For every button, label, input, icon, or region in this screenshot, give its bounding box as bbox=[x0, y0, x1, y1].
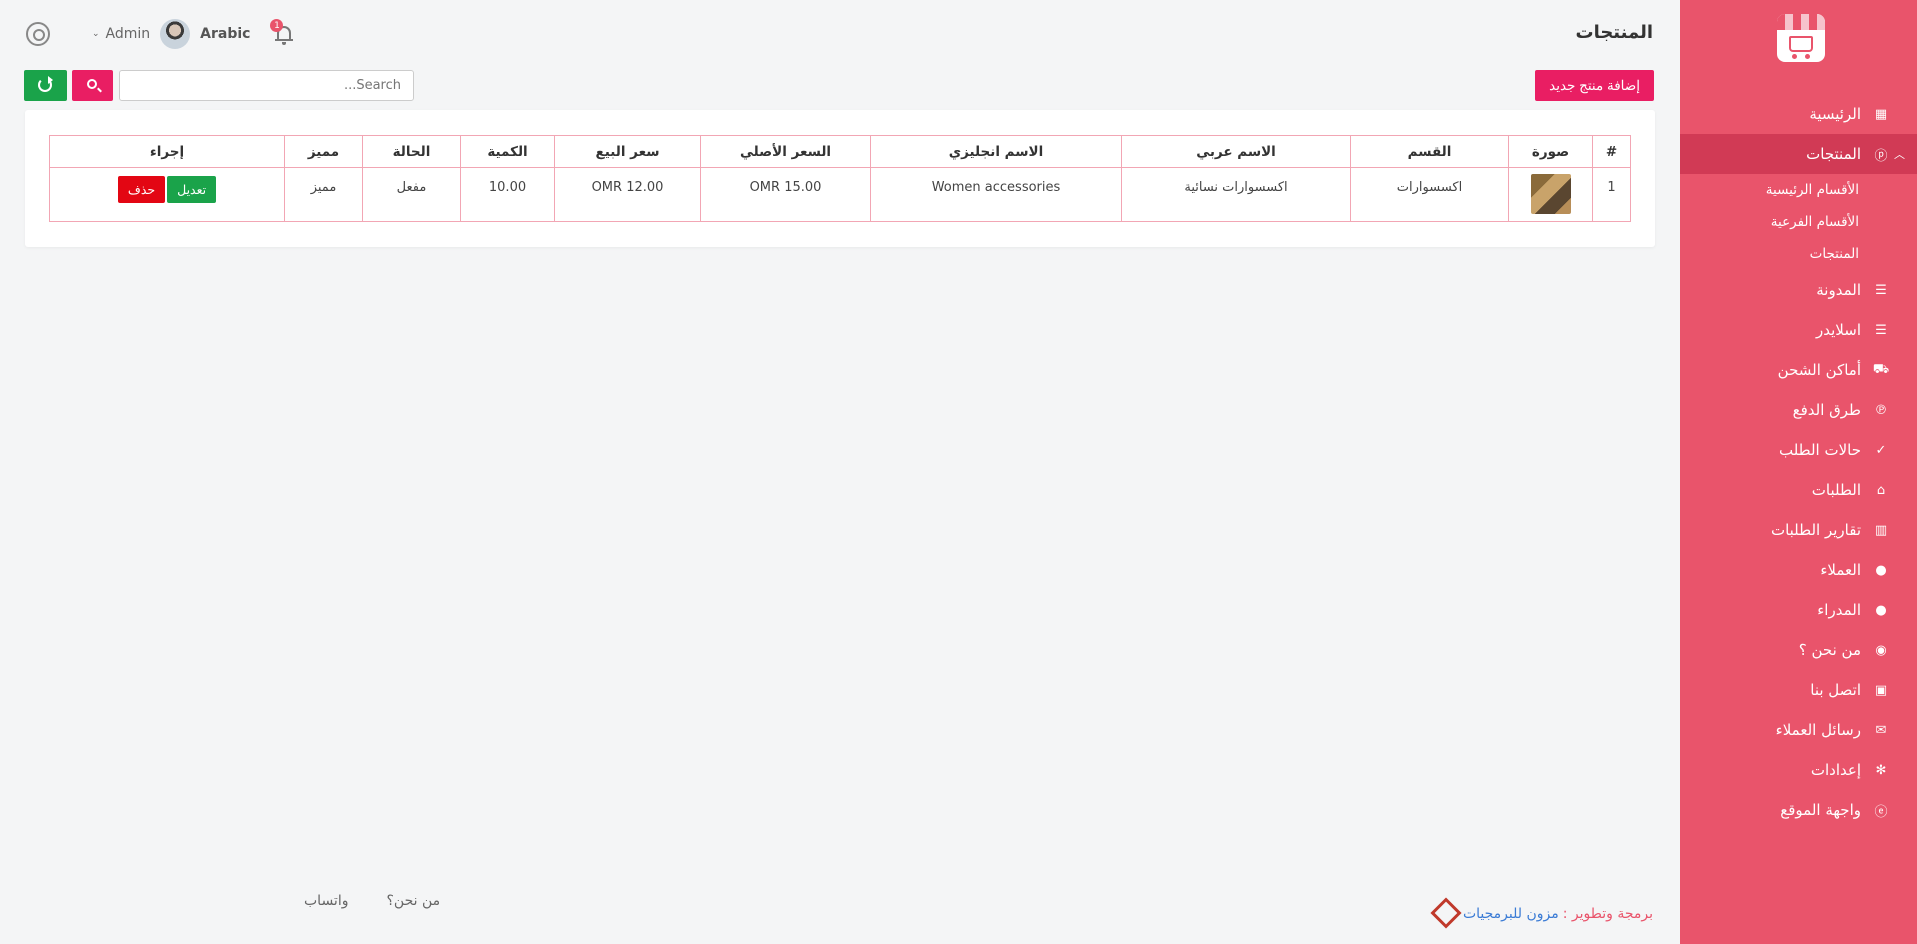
cell-image bbox=[1508, 167, 1593, 222]
sidebar-item-messages[interactable]: ✉ رسائل العملاء bbox=[1680, 710, 1917, 750]
sidebar-menu: ▦ الرئيسية ⓟ المنتجات ︿ الأقسام الرئيسية… bbox=[1680, 94, 1917, 830]
cell-original-price: OMR 15.00 bbox=[700, 167, 871, 222]
id-card-icon: ▣ bbox=[1874, 682, 1888, 698]
refresh-icon bbox=[38, 76, 53, 92]
col-actions: إجراء bbox=[49, 135, 285, 168]
chart-icon: ▥ bbox=[1874, 522, 1888, 538]
sidebar-item-payment[interactable]: ℗ طرق الدفع bbox=[1680, 390, 1917, 430]
cell-quantity: 10.00 bbox=[460, 167, 555, 222]
cell-featured: مميز bbox=[284, 167, 363, 222]
sliders-icon: ☰ bbox=[1875, 322, 1887, 338]
user-name: Admin bbox=[105, 26, 151, 42]
footer-dev-prefix: برمجة وتطوير : bbox=[1562, 906, 1653, 922]
basket-icon: ⌂ bbox=[1876, 482, 1886, 498]
sidebar-item-order-status[interactable]: ✓ حالات الطلب bbox=[1680, 430, 1917, 470]
sidebar-item-contact[interactable]: ▣ اتصل بنا bbox=[1680, 670, 1917, 710]
col-original-price: السعر الأصلي bbox=[700, 135, 871, 168]
products-card: # صورة القسم الاسم عربي الاسم انجليزي ال… bbox=[25, 110, 1655, 247]
user-icon: ● bbox=[1875, 562, 1887, 578]
sidebar-item-settings[interactable]: ✻ إعدادات bbox=[1680, 750, 1917, 790]
col-image: صورة bbox=[1508, 135, 1593, 168]
search-button[interactable] bbox=[72, 70, 113, 101]
eye-icon: ◉ bbox=[1875, 642, 1887, 658]
bell-icon[interactable]: 1 bbox=[270, 19, 294, 45]
sidebar-item-home[interactable]: ▦ الرئيسية bbox=[1680, 94, 1917, 134]
dashboard-icon: ▦ bbox=[1874, 106, 1888, 122]
sidebar-subitem-main-sections[interactable]: الأقسام الرئيسية bbox=[1680, 174, 1917, 206]
cell-sale-price: OMR 12.00 bbox=[554, 167, 701, 222]
cell-index: 1 bbox=[1592, 167, 1631, 222]
col-index: # bbox=[1592, 135, 1631, 168]
sidebar-item-orders[interactable]: ⌂ الطلبات bbox=[1680, 470, 1917, 510]
table-row: 1 اكسسوارات اكسسوارات نسائية Women acces… bbox=[49, 167, 1631, 222]
col-sale-price: سعر البيع bbox=[554, 135, 701, 168]
sidebar-subitem-products[interactable]: المنتجات bbox=[1680, 238, 1917, 270]
page-title: المنتجات bbox=[1575, 22, 1653, 43]
col-status: الحالة bbox=[362, 135, 461, 168]
user-menu[interactable]: ⌄ Admin bbox=[92, 26, 150, 42]
sidebar-item-admins[interactable]: ● المدراء bbox=[1680, 590, 1917, 630]
cell-actions: تعديل حذف bbox=[49, 167, 285, 222]
sliders-icon: ☰ bbox=[1875, 282, 1887, 298]
cell-name-ar: اكسسوارات نسائية bbox=[1121, 167, 1351, 222]
sidebar-item-storefront[interactable]: ⓔ واجهة الموقع bbox=[1680, 790, 1917, 830]
topbar: ⌄ Admin Arabic 1 bbox=[20, 14, 294, 54]
refresh-button[interactable] bbox=[24, 70, 67, 101]
sidebar-item-slider[interactable]: ☰ اسلايدر bbox=[1680, 310, 1917, 350]
sidebar-subitem-sub-sections[interactable]: الأقسام الفرعية bbox=[1680, 206, 1917, 238]
sidebar-item-order-reports[interactable]: ▥ تقارير الطلبات bbox=[1680, 510, 1917, 550]
sidebar-item-customers[interactable]: ● العملاء bbox=[1680, 550, 1917, 590]
sidebar-item-blog[interactable]: ☰ المدونة bbox=[1680, 270, 1917, 310]
gear-icon[interactable] bbox=[26, 22, 50, 46]
cell-status: مفعل bbox=[362, 167, 461, 222]
col-name-en: الاسم انجليزي bbox=[870, 135, 1122, 168]
developer-logo-icon bbox=[1431, 900, 1457, 928]
delete-button[interactable]: حذف bbox=[117, 176, 166, 203]
browser-icon: ⓔ bbox=[1874, 804, 1888, 820]
gear-icon: ✻ bbox=[1875, 762, 1887, 778]
footer-links: من نحن؟ واتساب bbox=[266, 893, 440, 909]
product-thumbnail[interactable] bbox=[1530, 174, 1571, 214]
edit-button[interactable]: تعديل bbox=[167, 176, 217, 203]
add-product-button[interactable]: إضافة منتج جديد bbox=[1535, 70, 1654, 101]
col-name-ar: الاسم عربي bbox=[1121, 135, 1351, 168]
search-input[interactable] bbox=[119, 70, 414, 101]
avatar[interactable] bbox=[160, 19, 191, 49]
products-icon: ⓟ bbox=[1874, 148, 1888, 164]
search-icon bbox=[87, 79, 97, 89]
col-category: القسم bbox=[1350, 135, 1509, 168]
sidebar-item-products[interactable]: ⓟ المنتجات ︿ bbox=[1680, 134, 1917, 174]
store-logo-icon[interactable] bbox=[1777, 14, 1825, 62]
chevron-up-icon: ︿ bbox=[1894, 148, 1905, 161]
table-header-row: # صورة القسم الاسم عربي الاسم انجليزي ال… bbox=[49, 135, 1631, 168]
truck-icon: ⛟ bbox=[1872, 361, 1890, 377]
check-circle-icon: ✓ bbox=[1875, 442, 1887, 458]
col-quantity: الكمية bbox=[460, 135, 555, 168]
products-table: # صورة القسم الاسم عربي الاسم انجليزي ال… bbox=[49, 135, 1631, 222]
col-featured: مميز bbox=[284, 135, 363, 168]
row-actions: تعديل حذف bbox=[50, 176, 284, 203]
footer-link-whatsapp[interactable]: واتساب bbox=[304, 893, 348, 909]
cell-category: اكسسوارات bbox=[1350, 167, 1509, 222]
chevron-down-icon: ⌄ bbox=[92, 29, 100, 39]
paypal-icon: ℗ bbox=[1874, 402, 1888, 418]
cell-name-en: Women accessories bbox=[870, 167, 1122, 222]
sidebar-item-shipping[interactable]: ⛟ أماكن الشحن bbox=[1680, 350, 1917, 390]
footer-link-about[interactable]: من نحن؟ bbox=[386, 893, 440, 909]
footer-credits: برمجة وتطوير : مزون للبرمجيات bbox=[1431, 900, 1653, 928]
sidebar: ▦ الرئيسية ⓟ المنتجات ︿ الأقسام الرئيسية… bbox=[1680, 0, 1917, 944]
user-icon: ● bbox=[1875, 602, 1887, 618]
footer-dev-name[interactable]: مزون للبرمجيات bbox=[1463, 906, 1559, 922]
sidebar-item-about[interactable]: ◉ من نحن ؟ bbox=[1680, 630, 1917, 670]
language-switch[interactable]: Arabic bbox=[200, 26, 250, 42]
envelope-icon: ✉ bbox=[1875, 722, 1887, 738]
